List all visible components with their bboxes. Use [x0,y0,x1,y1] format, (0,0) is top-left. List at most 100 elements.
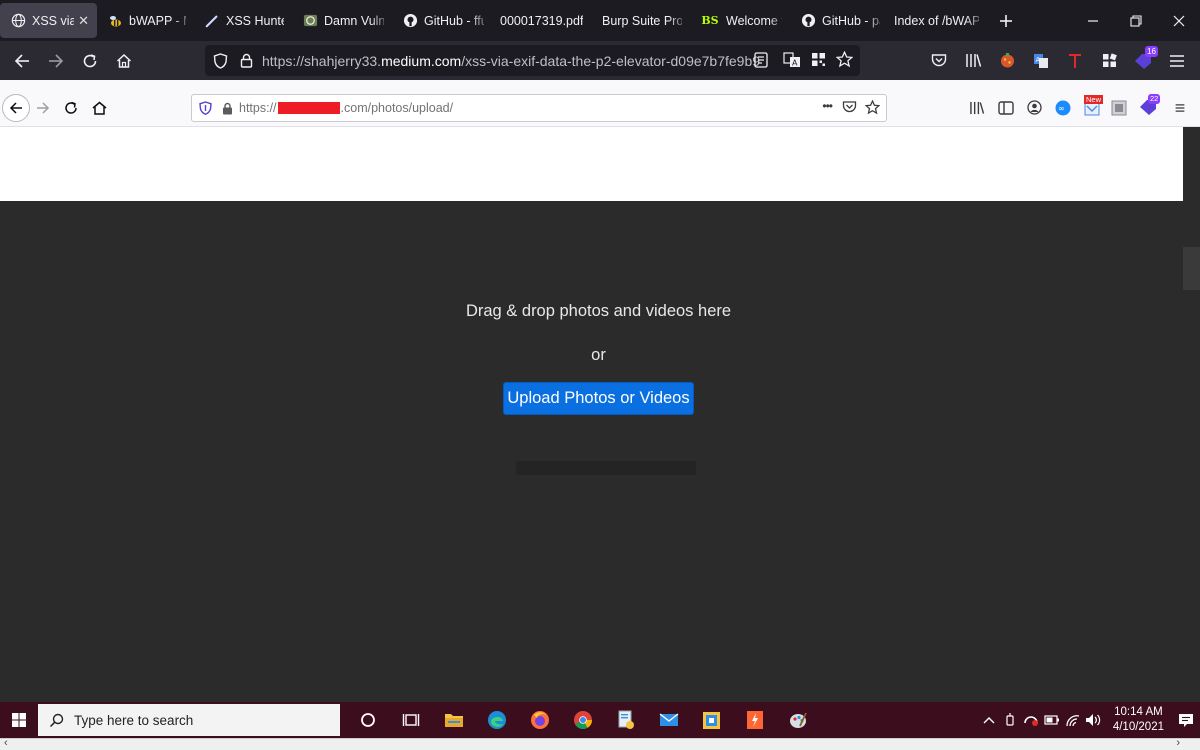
tracking-shield-icon[interactable] [192,101,218,115]
forward-button[interactable] [39,44,73,78]
edge-button[interactable] [475,702,518,738]
inner-url-text: https:// .com/photos/upload/ [239,101,453,115]
tab-dvwa[interactable]: Damn Vulne [292,0,392,41]
close-icon [1173,15,1184,26]
restore-icon [1129,14,1142,27]
lock-icon[interactable] [235,53,257,68]
tab-pdf[interactable]: 000017319.pdf [492,0,592,41]
translate-extension-icon: A [1034,53,1048,68]
wifi-icon[interactable] [1063,713,1084,727]
library-button[interactable] [956,44,990,78]
tab-github-ffu[interactable]: GitHub - ffu [392,0,492,41]
close-tab-icon[interactable]: ✕ [78,13,89,29]
new-tab-button[interactable] [987,0,1025,41]
volume-icon[interactable] [1084,713,1105,727]
pen-icon [204,13,220,29]
tab-github-pa[interactable]: GitHub - pa [790,0,888,41]
inner-forward-button[interactable] [36,101,50,120]
arrow-right-icon [49,53,64,68]
reader-view-icon[interactable] [754,52,768,71]
palette-icon [789,712,807,728]
menu-button[interactable] [1160,44,1194,78]
pocket-button[interactable] [922,44,956,78]
taskbar-search-box[interactable]: Type here to search [38,704,340,736]
security-alert-icon[interactable] [1021,713,1042,727]
bookmark-star-icon[interactable] [835,50,854,71]
notification-icon[interactable] [1172,712,1200,728]
extension-t-button[interactable] [1058,44,1092,78]
clock-time: 10:14 AM [1114,706,1163,718]
lock-icon[interactable] [218,102,236,115]
bee-icon [107,13,123,29]
new-extension-icon[interactable]: New [1083,95,1104,122]
extension-badge-button[interactable]: 16 [1126,44,1160,78]
close-window-button[interactable] [1157,0,1200,41]
firefox-button[interactable] [518,702,561,738]
bookmark-star-icon[interactable] [864,99,881,118]
home-icon [116,53,132,68]
reload-button[interactable] [73,44,107,78]
tab-xss-hunter[interactable]: XSS Hunter [194,0,292,41]
mail-button[interactable] [647,702,690,738]
inner-home-button[interactable] [92,101,107,120]
page-actions-menu[interactable]: ••• [822,99,833,113]
minimize-icon [1087,19,1098,22]
paint-app-button[interactable] [776,702,819,738]
chevron-up-icon[interactable] [979,716,1000,724]
sidebar-icon[interactable] [998,101,1014,120]
taskbar-clock[interactable]: 10:14 AM 4/10/2021 [1113,705,1164,735]
tab-label: XSS Hunter [226,13,284,28]
app-window-icon [703,711,720,729]
tab-burp-suite[interactable]: Burp Suite Profe [592,0,690,41]
dropzone-instruction: Drag & drop photos and videos here [465,302,732,320]
upload-photos-button[interactable]: Upload Photos or Videos [503,382,694,415]
inner-address-bar[interactable]: https:// .com/photos/upload/ ••• [191,94,887,122]
translate-icon[interactable]: A [783,52,801,71]
tab-bwapp[interactable]: bWAPP - M [97,0,194,41]
qr-code-icon[interactable] [811,52,826,70]
task-view-button[interactable] [389,702,432,738]
pocket-icon [931,54,947,67]
horizontal-scrollbar[interactable]: ‹ › [0,737,1200,750]
library-icon[interactable] [969,101,985,120]
store-app-button[interactable] [690,702,733,738]
burp-suite-button[interactable] [733,702,776,738]
battery-icon[interactable] [1042,715,1063,725]
github-icon [800,13,816,29]
inner-back-button[interactable] [2,94,30,122]
extension-translate-button[interactable]: A [1024,44,1058,78]
cortana-circle-icon [360,713,375,727]
address-bar[interactable]: https://shahjerry33.medium.com/xss-via-e… [205,45,860,76]
tab-index-bwapp[interactable]: Index of /bWAP [888,0,987,41]
search-icon [38,713,74,728]
extension-grid-button[interactable] [1092,44,1126,78]
minimize-button[interactable] [1071,0,1114,41]
account-icon[interactable] [1027,100,1042,120]
tab-welcome[interactable]: BS Welcome to [690,0,790,41]
usb-device-icon[interactable] [1000,712,1021,728]
back-button[interactable] [5,44,39,78]
scroll-right-icon[interactable]: › [1176,737,1180,749]
chrome-button[interactable] [561,702,604,738]
restore-button[interactable] [1114,0,1157,41]
page-scrollbar-thumb[interactable] [1183,247,1200,290]
infinity-extension-icon[interactable]: ∞ [1055,100,1071,121]
cortana-button[interactable] [346,702,389,738]
inner-menu-icon[interactable] [1175,101,1185,120]
qr-extension-icon[interactable] [1111,100,1127,121]
scroll-left-icon[interactable]: ‹ [4,737,8,749]
tag-extension-icon[interactable]: 22 [1139,94,1161,121]
document-edit-icon [618,710,634,729]
inner-reload-button[interactable] [64,101,78,120]
notepad-app-button[interactable] [604,702,647,738]
extension-cookie-button[interactable] [990,44,1024,78]
file-explorer-button[interactable] [432,702,475,738]
start-button[interactable] [0,702,38,738]
home-button[interactable] [107,44,141,78]
shield-icon[interactable] [205,52,235,69]
outer-nav-bar: https://shahjerry33.medium.com/xss-via-e… [0,41,1200,80]
svg-text:A: A [792,59,798,68]
pocket-icon[interactable] [842,100,857,117]
windows-taskbar: Type here to search 10:14 AM 4/10/2021 [0,702,1200,738]
tab-xss-via-exif[interactable]: XSS via E ✕ [0,3,97,38]
